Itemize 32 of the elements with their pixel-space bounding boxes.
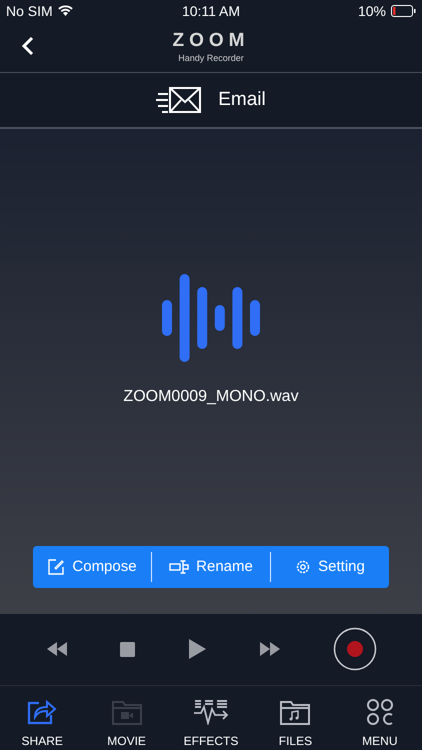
rewind-icon[interactable]: [46, 642, 67, 656]
section-title: Email: [218, 88, 266, 111]
setting-button[interactable]: Setting: [271, 546, 389, 588]
settings-icon: [295, 558, 312, 575]
battery-icon: [391, 4, 416, 17]
logo-text: ZOOM: [172, 30, 250, 51]
stop-icon[interactable]: [120, 642, 136, 657]
time-text: 10:11 AM: [182, 2, 240, 19]
music-folder-icon: [280, 699, 310, 725]
back-icon[interactable]: [22, 36, 34, 56]
play-icon[interactable]: [188, 639, 206, 660]
text-cursor-icon: [169, 560, 190, 574]
share-tab[interactable]: SHARE: [0, 686, 84, 750]
rename-button[interactable]: Rename: [152, 546, 270, 588]
share-icon: [27, 699, 58, 725]
record-button[interactable]: [333, 627, 378, 672]
carrier-text: No SIM: [6, 2, 53, 19]
menu-tab[interactable]: MENU: [338, 686, 422, 750]
battery-text: 10%: [358, 2, 386, 19]
grid-menu-icon: [366, 699, 393, 725]
wifi-icon: [58, 5, 73, 16]
logo-subtitle: Handy Recorder: [178, 52, 244, 63]
video-folder-icon: [112, 699, 142, 725]
file-name: ZOOM0009_MONO.wav: [123, 388, 299, 406]
waveform-icon: [162, 272, 260, 363]
files-tab[interactable]: FILES: [253, 686, 338, 750]
effects-tab[interactable]: EFFECTS: [168, 686, 254, 750]
waveform-bars-icon: [193, 699, 230, 725]
compose-button[interactable]: Compose: [33, 546, 151, 588]
compose-icon: [47, 558, 66, 576]
fast-forward-icon[interactable]: [260, 642, 280, 656]
email-icon: [156, 86, 202, 113]
